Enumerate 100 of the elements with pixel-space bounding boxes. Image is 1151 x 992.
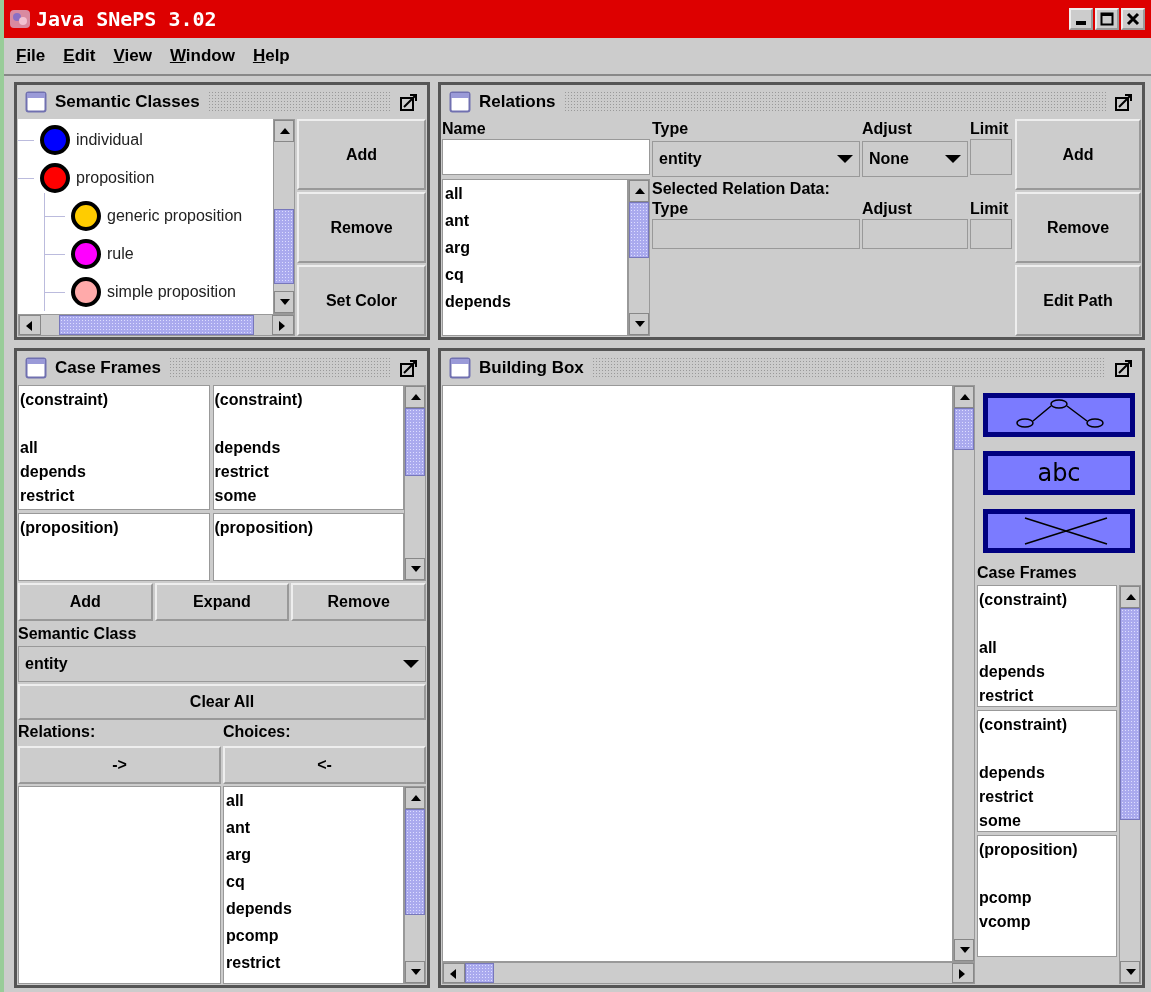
case-frame-relation: depends — [20, 462, 87, 482]
tree-item[interactable]: proposition — [18, 159, 273, 197]
type-field[interactable] — [652, 219, 860, 249]
case-frame-relation: all — [20, 438, 39, 458]
frame-title: Relations — [479, 92, 556, 112]
case-frame-class: (proposition) — [20, 518, 120, 538]
action-button[interactable]: Remove — [1015, 192, 1141, 263]
list-item[interactable]: ant — [443, 207, 627, 234]
vertical-scrollbar[interactable] — [953, 385, 975, 962]
close-icon — [1125, 11, 1141, 27]
menu-item[interactable]: Help — [252, 46, 290, 66]
tree-item[interactable]: generic proposition — [45, 197, 273, 235]
case-frame-relation: vcomp — [979, 912, 1032, 932]
field-label: Adjust — [862, 199, 913, 219]
vertical-scrollbar[interactable] — [273, 119, 295, 314]
adjust-dropdown[interactable]: None — [862, 141, 968, 177]
maximize-button[interactable] — [1095, 8, 1119, 30]
case-frame-class: (constraint) — [979, 590, 1068, 610]
adjust-field[interactable] — [862, 219, 968, 249]
limit-field[interactable] — [970, 219, 1012, 249]
case-frame-relation: restrict — [214, 462, 270, 482]
horizontal-scrollbar[interactable] — [18, 314, 295, 336]
menu-item[interactable]: Edit — [63, 46, 96, 66]
case-frame-class: (constraint) — [214, 390, 304, 410]
field-label: Type — [652, 199, 690, 219]
app-icon — [8, 7, 32, 31]
list-item[interactable]: arg — [224, 841, 403, 868]
case-frame-card[interactable]: (constraint) all depends restrict — [977, 585, 1117, 707]
case-frame-relation: depends — [979, 662, 1046, 682]
maximize-icon — [1099, 11, 1115, 27]
vertical-scrollbar[interactable] — [1119, 585, 1141, 984]
list-item[interactable]: all — [224, 787, 403, 814]
add-relation-button[interactable]: -> — [18, 746, 221, 784]
menu-item[interactable]: File — [16, 46, 46, 66]
remove-relation-button[interactable]: <- — [223, 746, 426, 784]
case-frame-relation: restrict — [979, 787, 1035, 807]
window-icon — [25, 91, 47, 113]
node-tree-tool[interactable] — [983, 393, 1135, 437]
case-frame-relation: pcomp — [979, 888, 1033, 908]
list-item[interactable]: depends — [224, 895, 403, 922]
list-item[interactable]: all — [443, 180, 627, 207]
frame-title: Case Frames — [55, 358, 161, 378]
case-frame-card[interactable]: (constraint) depends restrict some — [977, 710, 1117, 832]
limit-field[interactable] — [970, 139, 1012, 175]
case-frame-card[interactable]: (constraint) all depends restrict — [18, 385, 210, 510]
case-frame-relation: some — [979, 811, 1022, 831]
name-field[interactable] — [442, 139, 650, 175]
field-label: Limit — [970, 199, 1010, 219]
close-button[interactable] — [1121, 8, 1145, 30]
maximize-icon[interactable] — [1114, 358, 1134, 378]
menu-item[interactable]: View — [113, 46, 152, 66]
action-button[interactable]: Add — [297, 119, 426, 190]
action-button[interactable]: Expand — [154, 583, 290, 621]
minimize-button[interactable] — [1069, 8, 1093, 30]
action-button[interactable]: Set Color — [297, 265, 426, 336]
case-frame-relation: restrict — [20, 486, 76, 506]
window-icon — [449, 357, 471, 379]
case-frame-relation: depends — [214, 438, 282, 458]
maximize-icon[interactable] — [399, 358, 419, 378]
list-item[interactable]: depends — [443, 288, 627, 315]
action-button[interactable]: Remove — [297, 192, 426, 263]
vertical-scrollbar[interactable] — [404, 385, 426, 581]
list-item[interactable]: pcomp — [224, 922, 403, 949]
section-label: Case Frames — [977, 563, 1078, 583]
action-button[interactable]: Edit Path — [1015, 265, 1141, 336]
list-item[interactable]: cq — [443, 261, 627, 288]
case-frame-relation: depends — [979, 763, 1046, 783]
tree-item[interactable]: rule — [45, 235, 273, 273]
case-frame-card[interactable]: (constraint) depends restrict some — [212, 385, 404, 510]
list-item[interactable]: ant — [224, 814, 403, 841]
list-item[interactable]: arg — [443, 234, 627, 261]
text-tool[interactable]: abc — [983, 451, 1135, 495]
frame-title: Building Box — [479, 358, 584, 378]
vertical-scrollbar[interactable] — [404, 786, 426, 984]
case-frame-card[interactable]: (proposition) pcomp vcomp — [977, 835, 1117, 957]
action-button[interactable]: Add — [18, 583, 153, 621]
horizontal-scrollbar[interactable] — [442, 962, 975, 984]
tree-item[interactable]: simple proposition — [45, 273, 273, 311]
case-frame-card[interactable]: (proposition) — [18, 513, 210, 581]
vertical-scrollbar[interactable] — [628, 179, 650, 336]
action-button[interactable]: Add — [1015, 119, 1141, 190]
action-button[interactable]: Remove — [291, 583, 426, 621]
menu-item[interactable]: Window — [169, 46, 235, 66]
delete-tool[interactable] — [983, 509, 1135, 553]
maximize-icon[interactable] — [1114, 92, 1134, 112]
case-frame-class: (proposition) — [979, 840, 1079, 860]
semantic-class-dropdown[interactable]: entity — [18, 646, 426, 682]
minimize-icon — [1076, 21, 1086, 25]
list-item[interactable]: restrict — [224, 949, 403, 976]
field-label: Type — [652, 119, 690, 139]
case-frame-class: (constraint) — [20, 390, 109, 410]
clear-all-button[interactable]: Clear All — [18, 684, 426, 720]
maximize-icon[interactable] — [399, 92, 419, 112]
case-frame-card[interactable]: (proposition) — [212, 513, 404, 581]
case-frame-class: (constraint) — [979, 715, 1068, 735]
field-label: Limit — [970, 119, 1010, 139]
tree-item[interactable]: individual — [18, 121, 273, 159]
window-icon — [449, 91, 471, 113]
type-dropdown[interactable]: entity — [652, 141, 860, 177]
list-item[interactable]: cq — [224, 868, 403, 895]
